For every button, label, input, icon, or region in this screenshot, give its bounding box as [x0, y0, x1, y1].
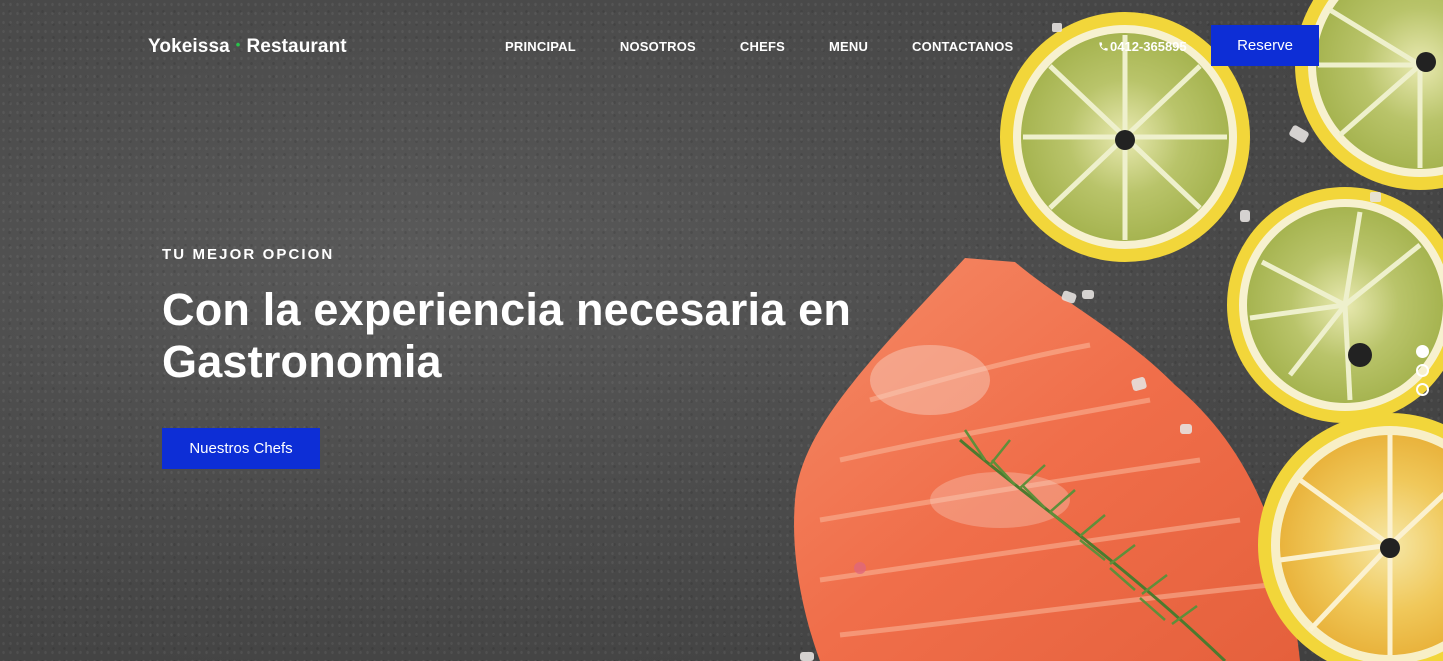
brand-name-left: Yokeissa: [148, 36, 230, 57]
phone-number: 0412-365895: [1110, 39, 1187, 54]
nav-item-principal[interactable]: PRINCIPAL: [505, 39, 576, 54]
hero-headline-line2: Gastronomia: [162, 336, 442, 387]
nav-item-nosotros[interactable]: NOSOTROS: [620, 39, 696, 54]
nav-item-chefs[interactable]: CHEFS: [740, 39, 785, 54]
slider-dot-1[interactable]: [1416, 345, 1429, 358]
slider-pagination: [1416, 345, 1429, 402]
reserve-button[interactable]: Reserve: [1211, 25, 1319, 66]
hero-headline-line1: Con la experiencia necesaria en: [162, 284, 852, 335]
slider-dot-2[interactable]: [1416, 364, 1429, 377]
phone-icon: [1099, 42, 1108, 51]
brand-logo[interactable]: Yokeissa • Restaurant: [148, 36, 347, 58]
hero-section: Yokeissa • Restaurant PRINCIPAL NOSOTROS…: [0, 0, 1443, 661]
hero-eyebrow: TU MEJOR OPCION: [162, 246, 335, 263]
slider-dot-3[interactable]: [1416, 383, 1429, 396]
brand-separator-dot: •: [235, 36, 241, 52]
brand-name-right: Restaurant: [246, 36, 347, 57]
nav-item-menu[interactable]: MENU: [829, 39, 868, 54]
main-nav: PRINCIPAL NOSOTROS CHEFS MENU CONTACTANO…: [505, 39, 1057, 54]
nav-item-contactanos[interactable]: CONTACTANOS: [912, 39, 1013, 54]
phone-contact[interactable]: 0412-365895: [1098, 39, 1187, 54]
nuestros-chefs-button[interactable]: Nuestros Chefs: [162, 428, 320, 469]
hero-headline: Con la experiencia necesaria en Gastrono…: [162, 284, 922, 388]
